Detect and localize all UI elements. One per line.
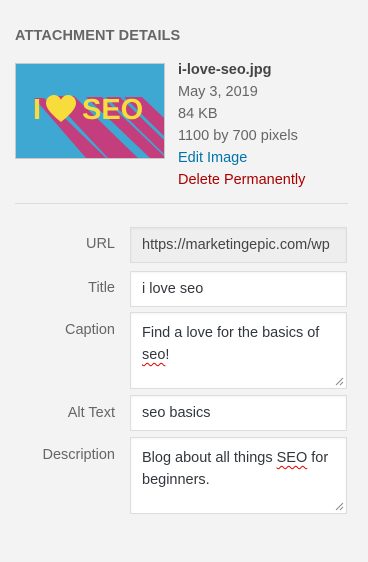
delete-permanently-link[interactable]: Delete Permanently <box>178 169 305 191</box>
resize-handle-icon[interactable] <box>335 377 344 386</box>
attachment-meta: i-love-seo.jpg May 3, 2019 84 KB 1100 by… <box>178 59 305 191</box>
caption-textarea[interactable]: Find a love for the basics of seo! <box>130 312 347 389</box>
filename: i-love-seo.jpg <box>178 62 272 78</box>
attachment-details-panel: ATTACHMENT DETAILS I SEO i-love-seo.jpg … <box>0 0 368 562</box>
alt-text-field[interactable]: seo basics <box>130 395 347 431</box>
edit-image-link[interactable]: Edit Image <box>178 147 305 169</box>
attachment-thumbnail[interactable]: I SEO <box>15 63 165 159</box>
caption-text: Find a love for the basics of <box>142 325 320 341</box>
alt-text-label: Alt Text <box>67 405 115 421</box>
description-text: Blog about all things <box>142 450 277 466</box>
caption-label: Caption <box>65 322 115 338</box>
thumbnail-text-i: I <box>33 94 41 126</box>
image-dimensions: 1100 by 700 pixels <box>178 128 298 144</box>
title-label: Title <box>88 280 115 296</box>
title-field[interactable]: i love seo <box>130 271 347 307</box>
url-field[interactable]: https://marketingepic.com/wp <box>130 227 347 263</box>
section-title: ATTACHMENT DETAILS <box>15 28 181 44</box>
description-misspelled-word: SEO <box>276 450 308 466</box>
divider <box>15 203 348 204</box>
thumbnail-text-seo: SEO <box>82 94 143 126</box>
file-size: 84 KB <box>178 106 218 122</box>
thumbnail-image: I SEO <box>16 64 164 158</box>
caption-misspelled-word: seo <box>142 347 166 363</box>
url-label: URL <box>85 236 115 252</box>
upload-date: May 3, 2019 <box>178 84 258 100</box>
description-textarea[interactable]: Blog about all things SEO for beginners. <box>130 437 347 514</box>
caption-text-end: ! <box>165 347 170 363</box>
description-label: Description <box>42 447 115 463</box>
resize-handle-icon[interactable] <box>335 502 344 511</box>
